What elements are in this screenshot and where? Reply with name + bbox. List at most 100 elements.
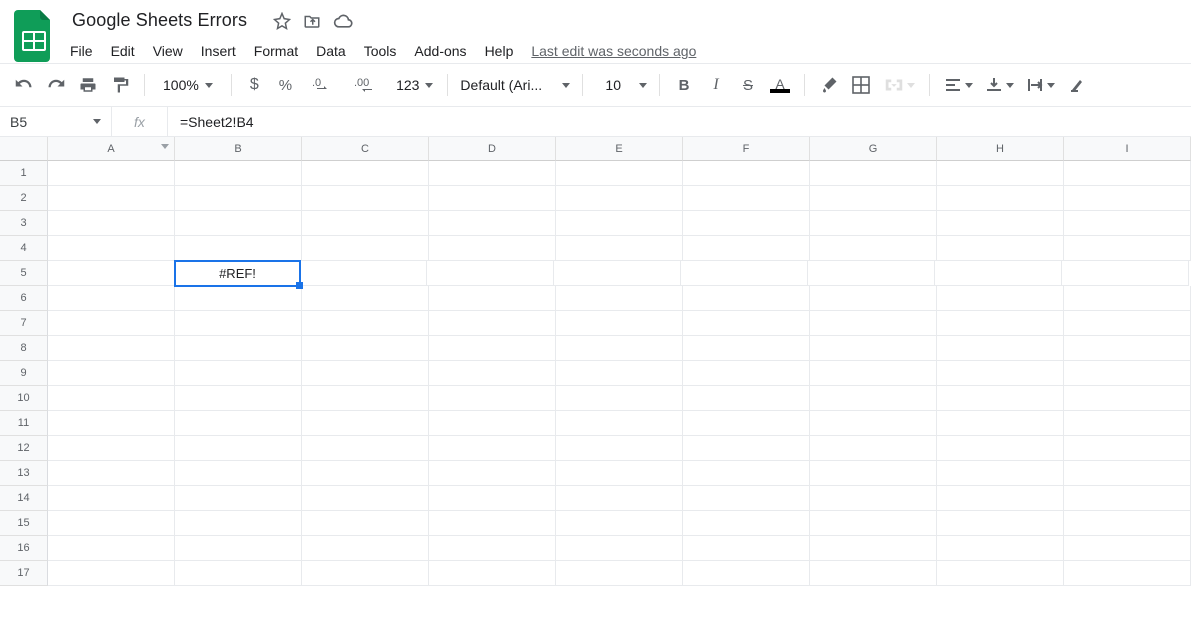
cell-C10[interactable] [302, 386, 429, 411]
row-header-7[interactable]: 7 [0, 311, 48, 336]
cell-H9[interactable] [937, 361, 1064, 386]
cell-B12[interactable] [175, 436, 302, 461]
col-header-D[interactable]: D [429, 137, 556, 161]
cell-F3[interactable] [683, 211, 810, 236]
cell-I1[interactable] [1064, 161, 1191, 186]
cell-C2[interactable] [302, 186, 429, 211]
col-header-B[interactable]: B [175, 137, 302, 161]
row-header-2[interactable]: 2 [0, 186, 48, 211]
cell-I9[interactable] [1064, 361, 1191, 386]
cell-B15[interactable] [175, 511, 302, 536]
col-header-G[interactable]: G [810, 137, 937, 161]
col-header-I[interactable]: I [1064, 137, 1191, 161]
strikethrough-button[interactable]: S [736, 71, 760, 99]
cell-G6[interactable] [810, 286, 937, 311]
cell-I13[interactable] [1064, 461, 1191, 486]
cell-B13[interactable] [175, 461, 302, 486]
cell-C11[interactable] [302, 411, 429, 436]
cell-I5[interactable] [1062, 261, 1189, 286]
cell-I14[interactable] [1064, 486, 1191, 511]
number-format-dropdown[interactable]: 123 [394, 77, 435, 93]
cell-D17[interactable] [429, 561, 556, 586]
cell-F12[interactable] [683, 436, 810, 461]
cell-B17[interactable] [175, 561, 302, 586]
cell-A13[interactable] [48, 461, 175, 486]
row-header-4[interactable]: 4 [0, 236, 48, 261]
menu-data[interactable]: Data [316, 43, 346, 59]
cell-I11[interactable] [1064, 411, 1191, 436]
text-color-button[interactable]: A [768, 71, 792, 99]
cell-A5[interactable] [48, 261, 175, 286]
cell-B3[interactable] [175, 211, 302, 236]
cell-A7[interactable] [48, 311, 175, 336]
cell-H4[interactable] [937, 236, 1064, 261]
cell-C16[interactable] [302, 536, 429, 561]
cell-F16[interactable] [683, 536, 810, 561]
cell-H16[interactable] [937, 536, 1064, 561]
row-header-16[interactable]: 16 [0, 536, 48, 561]
cell-F13[interactable] [683, 461, 810, 486]
cell-D11[interactable] [429, 411, 556, 436]
cell-A6[interactable] [48, 286, 175, 311]
cell-D1[interactable] [429, 161, 556, 186]
cell-A15[interactable] [48, 511, 175, 536]
cell-E7[interactable] [556, 311, 683, 336]
cell-E3[interactable] [556, 211, 683, 236]
cell-A16[interactable] [48, 536, 175, 561]
cell-I3[interactable] [1064, 211, 1191, 236]
cell-H8[interactable] [937, 336, 1064, 361]
cell-D6[interactable] [429, 286, 556, 311]
text-wrap-button[interactable] [1024, 71, 1057, 99]
cell-B16[interactable] [175, 536, 302, 561]
selection-handle[interactable] [296, 282, 303, 289]
cell-I7[interactable] [1064, 311, 1191, 336]
cell-G3[interactable] [810, 211, 937, 236]
row-header-14[interactable]: 14 [0, 486, 48, 511]
cell-H3[interactable] [937, 211, 1064, 236]
cell-G16[interactable] [810, 536, 937, 561]
cell-B11[interactable] [175, 411, 302, 436]
borders-button[interactable] [849, 71, 873, 99]
cell-A12[interactable] [48, 436, 175, 461]
cell-I17[interactable] [1064, 561, 1191, 586]
cell-H1[interactable] [937, 161, 1064, 186]
cell-D3[interactable] [429, 211, 556, 236]
menu-tools[interactable]: Tools [364, 43, 397, 59]
cell-H10[interactable] [937, 386, 1064, 411]
vertical-align-button[interactable] [983, 71, 1016, 99]
cell-E8[interactable] [556, 336, 683, 361]
menu-insert[interactable]: Insert [201, 43, 236, 59]
cell-F10[interactable] [683, 386, 810, 411]
col-header-H[interactable]: H [937, 137, 1064, 161]
cell-E15[interactable] [556, 511, 683, 536]
select-all-corner[interactable] [0, 137, 48, 161]
cell-H2[interactable] [937, 186, 1064, 211]
cell-G17[interactable] [810, 561, 937, 586]
row-header-10[interactable]: 10 [0, 386, 48, 411]
cell-F5[interactable] [681, 261, 808, 286]
redo-button[interactable] [44, 71, 68, 99]
cell-C9[interactable] [302, 361, 429, 386]
cell-A17[interactable] [48, 561, 175, 586]
italic-button[interactable]: I [704, 71, 728, 99]
cell-I16[interactable] [1064, 536, 1191, 561]
cell-C3[interactable] [302, 211, 429, 236]
percent-button[interactable]: % [273, 71, 298, 99]
cell-E11[interactable] [556, 411, 683, 436]
paint-format-button[interactable] [108, 71, 132, 99]
row-header-5[interactable]: 5 [0, 261, 48, 286]
cell-E17[interactable] [556, 561, 683, 586]
cell-B6[interactable] [175, 286, 302, 311]
cell-E10[interactable] [556, 386, 683, 411]
cell-I10[interactable] [1064, 386, 1191, 411]
currency-button[interactable]: $ [244, 71, 265, 99]
sheets-app-icon[interactable] [10, 12, 58, 60]
cell-H5[interactable] [935, 261, 1062, 286]
cell-H15[interactable] [937, 511, 1064, 536]
cell-I4[interactable] [1064, 236, 1191, 261]
document-title[interactable]: Google Sheets Errors [68, 8, 251, 33]
cell-F14[interactable] [683, 486, 810, 511]
menu-edit[interactable]: Edit [111, 43, 135, 59]
cell-E14[interactable] [556, 486, 683, 511]
cell-C7[interactable] [302, 311, 429, 336]
